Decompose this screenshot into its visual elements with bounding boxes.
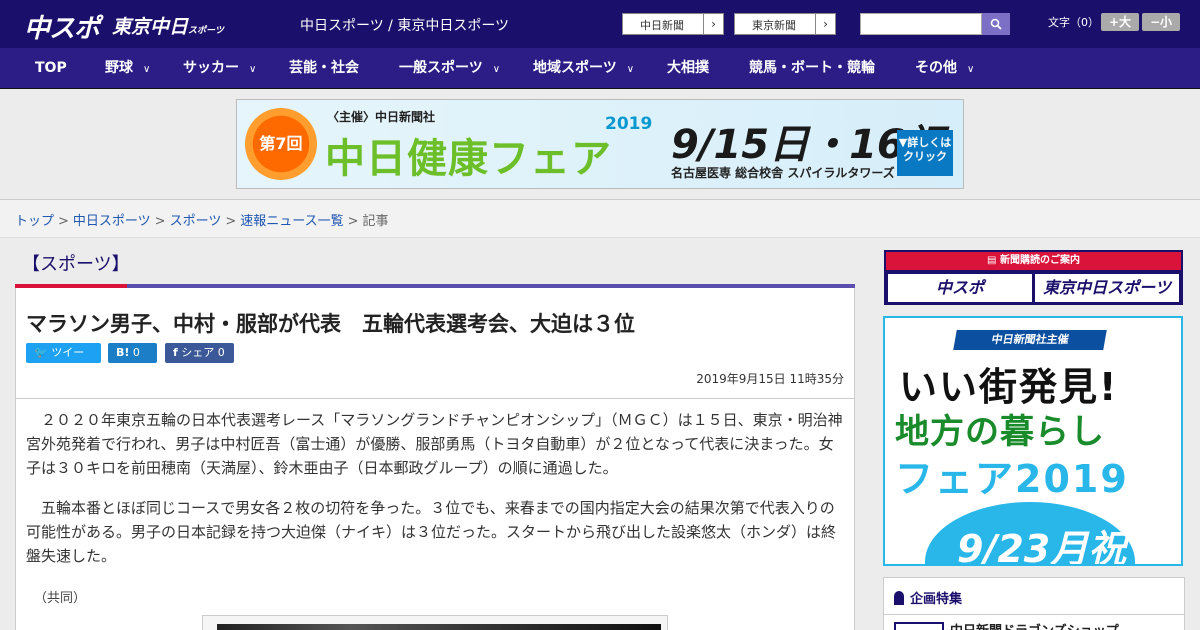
tokyo-shimbun-label: 東京新聞 xyxy=(752,19,796,32)
banner-venue: 名古屋医専 総合校舎 スパイラルタワーズ xyxy=(671,166,895,180)
twitter-icon: 🐦 xyxy=(34,346,48,359)
font-size-label: 文字（0） xyxy=(1048,16,1099,29)
banner-year: 2019 xyxy=(605,114,653,134)
article-photo-image xyxy=(217,624,661,630)
hatena-bookmark-button[interactable]: B! 0 xyxy=(108,343,157,363)
facebook-share-button[interactable]: f シェア 0 xyxy=(165,343,234,363)
banner-title: 中日健康フェア xyxy=(325,136,612,182)
main-nav: TOP 野球 ∨ サッカー ∨ 芸能・社会 一般スポーツ ∨ 地域スポーツ ∨ 大相撲 … xyxy=(0,48,1200,89)
feature-title: 企画特集 xyxy=(894,588,962,607)
nav-item-label: 野球 xyxy=(105,60,133,76)
site-header: 中スポ 東京中日スポーツ 中日スポーツ / 東京中日スポーツ 中日新聞 › 東京… xyxy=(0,0,1200,48)
article-category: 【スポーツ】 xyxy=(22,254,130,275)
subscribe-tokyo-chunichi-link[interactable]: 東京中日スポーツ xyxy=(1035,274,1179,302)
nav-item-label: 競馬・ボート・競輪 xyxy=(749,60,875,76)
chevron-down-icon: ∨ xyxy=(967,64,975,75)
feature-item-link[interactable]: 中日新聞ドラゴンズショップ xyxy=(950,620,1119,630)
article-photo xyxy=(202,615,668,630)
nav-item-label: 芸能・社会 xyxy=(289,60,359,76)
nav-item-sumo[interactable]: 大相撲 xyxy=(667,48,709,89)
chevron-right-icon: › xyxy=(703,14,723,34)
banner-edition: 第7回 xyxy=(245,108,317,180)
chuspo-logo[interactable]: 中スポ xyxy=(24,8,100,45)
feature-title-text: 企画特集 xyxy=(910,592,963,607)
font-bigger-button[interactable]: +大 xyxy=(1101,13,1139,31)
nav-item-label: サッカー xyxy=(183,60,239,76)
article: マラソン男子、中村・服部が代表 五輪代表選考会、大迫は３位 🐦 ツイート B! … xyxy=(15,288,855,630)
breadcrumb-link-news-list[interactable]: 速報ニュース一覧 xyxy=(240,214,343,229)
facebook-icon: f xyxy=(173,346,178,359)
tokyo-chunichi-logo[interactable]: 東京中日スポーツ xyxy=(112,12,224,39)
article-date: 2019年9月15日 11時35分 xyxy=(696,372,844,386)
nav-item-other[interactable]: その他 ∨ xyxy=(915,48,974,89)
nav-item-entertainment[interactable]: 芸能・社会 xyxy=(289,48,359,89)
chevron-down-icon: ∨ xyxy=(492,64,501,75)
feature-box: 企画特集 中日新聞ドラゴンズショップ xyxy=(883,577,1185,630)
promo-line3: フェア2019 xyxy=(895,457,1129,501)
promo-date: 9/23月祝 xyxy=(957,527,1127,566)
tokyo-chunichi-logo-text: 東京中日 xyxy=(112,16,189,38)
search-icon xyxy=(990,18,1002,30)
shop-thumbnail[interactable] xyxy=(894,622,944,630)
nav-item-label: 地域スポーツ xyxy=(533,60,617,76)
facebook-share-label: シェア xyxy=(181,346,215,359)
search-button[interactable] xyxy=(982,13,1010,35)
nav-item-label: TOP xyxy=(35,60,67,76)
nav-item-label: 一般スポーツ xyxy=(399,60,483,76)
nav-item-keiba[interactable]: 競馬・ボート・競輪 xyxy=(749,48,875,89)
breadcrumb-separator: > xyxy=(58,214,69,229)
newspaper-icon: ▤ xyxy=(987,255,997,266)
nav-item-soccer[interactable]: サッカー ∨ xyxy=(183,48,256,89)
ribbon-icon xyxy=(894,591,904,605)
local-life-fair-ad[interactable]: 中日新聞社主催 いい街発見! 地方の暮らし フェア2019 9/23月祝 xyxy=(883,316,1183,566)
subscription-title-text: 新聞購読のご案内 xyxy=(999,255,1080,266)
banner-host: 〈主催〉中日新聞社 xyxy=(327,110,436,124)
banner-cta: ▼詳しくはクリック xyxy=(897,130,953,176)
subscription-title: ▤ 新聞購読のご案内 xyxy=(886,252,1181,270)
chevron-down-icon: ∨ xyxy=(249,64,257,75)
hatena-count: 0 xyxy=(132,346,140,359)
breadcrumb-link-sports[interactable]: スポーツ xyxy=(170,214,222,229)
breadcrumb-separator: > xyxy=(154,214,166,229)
breadcrumb: トップ > 中日スポーツ > スポーツ > 速報ニュース一覧 > 記事 xyxy=(0,200,1200,238)
nav-item-label: 大相撲 xyxy=(667,60,709,76)
nav-item-local-sports[interactable]: 地域スポーツ ∨ xyxy=(533,48,634,89)
feature-divider xyxy=(884,614,1184,615)
ad-banner-area: 第7回 〈主催〉中日新聞社 2019 中日健康フェア 9/15日・16祝 名古屋… xyxy=(0,89,1200,200)
tweet-button[interactable]: 🐦 ツイート xyxy=(26,343,101,379)
hatena-icon: B! xyxy=(116,346,130,359)
search-input[interactable] xyxy=(860,13,982,35)
nav-item-general-sports[interactable]: 一般スポーツ ∨ xyxy=(399,48,500,89)
promo-line1: いい街発見! xyxy=(899,365,1119,409)
facebook-count: 0 xyxy=(217,346,225,359)
article-headline: マラソン男子、中村・服部が代表 五輪代表選考会、大迫は３位 xyxy=(26,312,635,336)
tokyo-chunichi-logo-small: スポーツ xyxy=(188,26,224,36)
article-credit: （共同） xyxy=(34,591,87,606)
chevron-down-icon: ∨ xyxy=(626,64,635,75)
chunichi-shimbun-link[interactable]: 中日新聞 › xyxy=(622,13,724,35)
nav-item-baseball[interactable]: 野球 ∨ xyxy=(105,48,150,89)
article-divider xyxy=(16,398,854,399)
nav-item-top[interactable]: TOP xyxy=(35,48,67,89)
font-smaller-button[interactable]: −小 xyxy=(1142,13,1180,31)
nav-item-label: その他 xyxy=(915,60,957,76)
promo-line2: 地方の暮らし xyxy=(895,412,1105,452)
subscription-box: ▤ 新聞購読のご案内 中スポ 東京中日スポーツ xyxy=(884,250,1183,305)
chunichi-shimbun-label: 中日新聞 xyxy=(640,19,684,32)
health-fair-banner[interactable]: 第7回 〈主催〉中日新聞社 2019 中日健康フェア 9/15日・16祝 名古屋… xyxy=(236,99,964,189)
breadcrumb-link-top[interactable]: トップ xyxy=(15,214,54,229)
breadcrumb-separator: > xyxy=(347,214,359,229)
breadcrumb-link-chunichi-sports[interactable]: 中日スポーツ xyxy=(73,214,151,229)
subscribe-chuspo-link[interactable]: 中スポ xyxy=(888,274,1032,302)
promo-host: 中日新聞社主催 xyxy=(953,330,1107,350)
tokyo-shimbun-link[interactable]: 東京新聞 › xyxy=(734,13,836,35)
site-title: 中日スポーツ / 東京中日スポーツ xyxy=(300,18,510,34)
breadcrumb-separator: > xyxy=(225,214,237,229)
article-paragraph: ２０２０年東京五輪の日本代表選考レース「マラソングランドチャンピオンシップ」（Ｍ… xyxy=(26,411,843,477)
breadcrumb-current: 記事 xyxy=(362,214,389,229)
article-paragraph: 五輪本番とほぼ同じコースで男女各２枚の切符を争った。３位でも、来春までの国内指定… xyxy=(26,499,837,565)
chevron-down-icon: ∨ xyxy=(143,64,151,75)
chevron-right-icon: › xyxy=(815,14,835,34)
